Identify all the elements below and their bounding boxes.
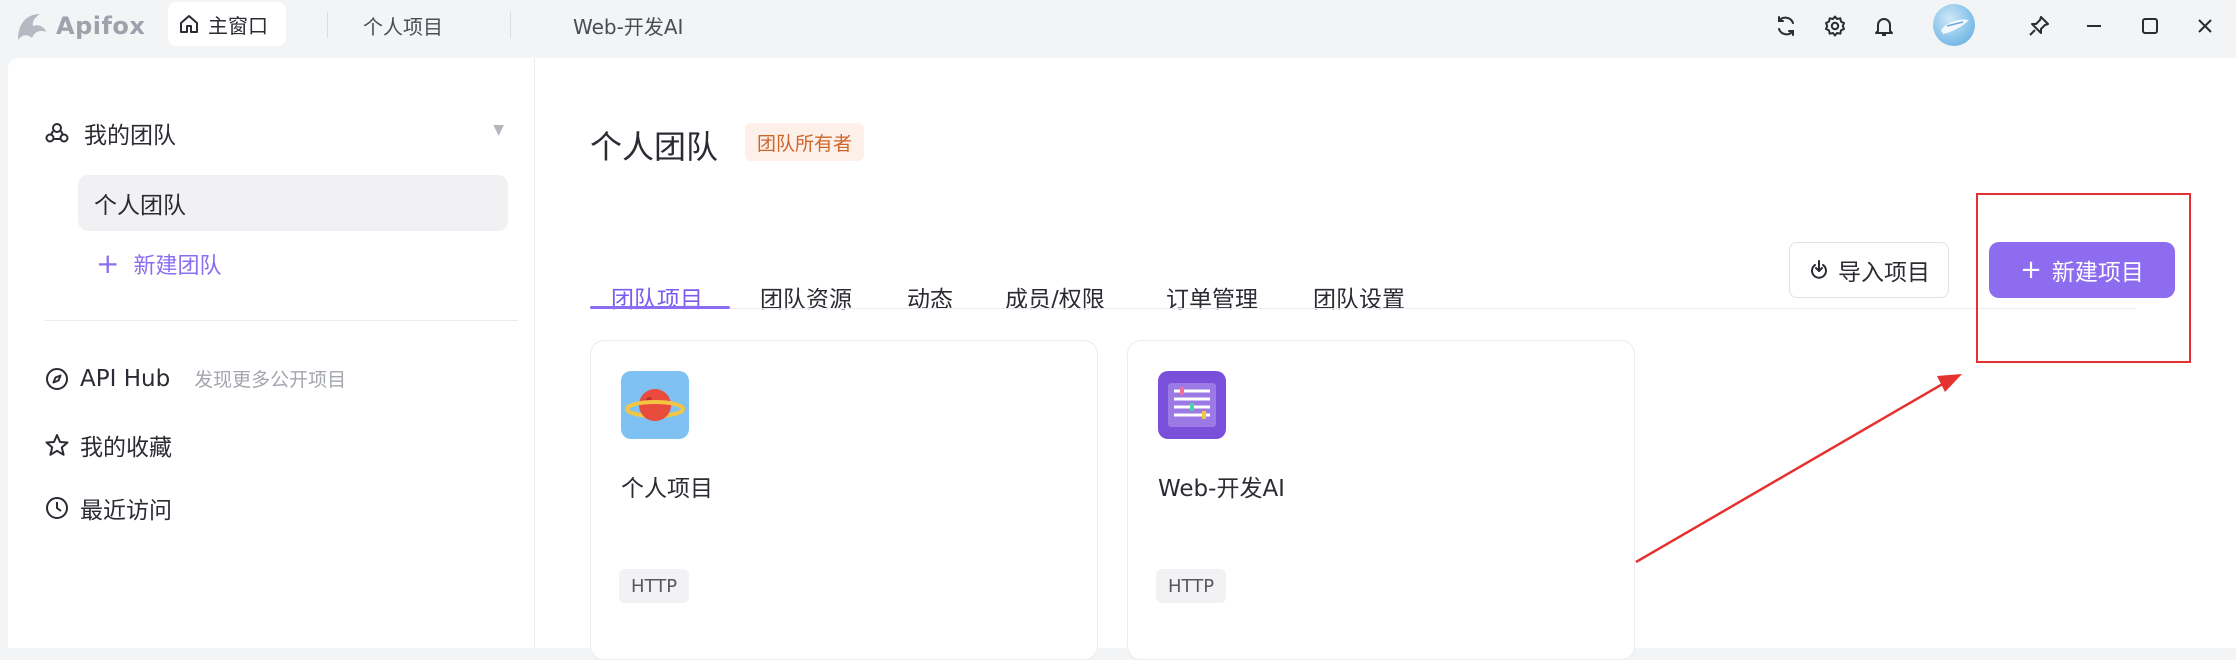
annotation-arrow	[1635, 374, 1962, 564]
